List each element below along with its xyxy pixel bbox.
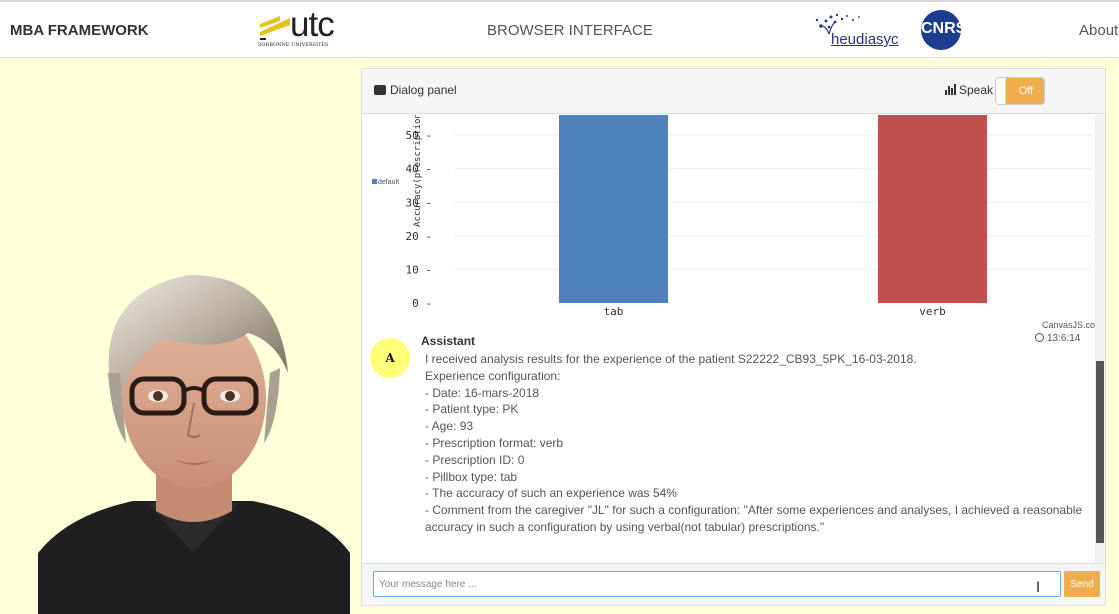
- y-tick-label: 10 -: [406, 263, 433, 276]
- dialog-messages[interactable]: 0 -10 -20 -30 -40 -50 - Accuracy(prescrip…: [362, 115, 1105, 567]
- speak-toggle-handle[interactable]: [996, 78, 1006, 104]
- chart-credit: CanvasJS.com: [1042, 320, 1103, 330]
- message-body: I received analysis results for the expe…: [425, 351, 1090, 536]
- text-cursor-icon: I: [1036, 580, 1041, 596]
- legend-label: default: [378, 179, 399, 186]
- x-category-label: tab: [604, 305, 624, 318]
- speak-toggle-state: Off: [1006, 78, 1044, 104]
- top-navbar: MBA FRAMEWORK utc SORBONNE UNIVERSITÉS B…: [0, 0, 1119, 58]
- comment-icon: [374, 85, 386, 95]
- message-line: - Patient type: PK: [425, 402, 519, 417]
- message-line: I received analysis results for the expe…: [425, 352, 917, 366]
- message-line: - Date: 16-mars-2018: [425, 385, 540, 400]
- about-link[interactable]: About: [1079, 22, 1118, 39]
- speak-toggle[interactable]: Off: [995, 77, 1045, 105]
- message-timestamp: 13:6:14: [1035, 333, 1080, 344]
- message-input[interactable]: [373, 571, 1061, 597]
- dialog-panel-title-text: Dialog panel: [390, 83, 457, 97]
- message-line: Experience configuration:: [425, 368, 561, 383]
- heudiasyc-logo[interactable]: heudiasyc: [809, 12, 907, 52]
- send-button[interactable]: Send: [1064, 571, 1100, 597]
- x-category-label: verb: [919, 305, 946, 318]
- y-axis-label: Accuracy(prescription: [413, 115, 423, 227]
- legend-swatch: [372, 179, 377, 184]
- heudiasyc-logo-text: heudiasyc: [831, 31, 899, 48]
- utc-swoosh-icon: [260, 16, 290, 40]
- equalizer-icon: [945, 84, 956, 95]
- utc-logo-text: utc: [290, 5, 335, 44]
- dialog-scrollbar[interactable]: [1095, 115, 1105, 567]
- bar-verb: [878, 115, 987, 303]
- message-line: - The accuracy of such an experience was…: [425, 486, 677, 501]
- brand-link[interactable]: MBA FRAMEWORK: [10, 22, 149, 39]
- message-line: - Prescription ID: 0: [425, 452, 525, 467]
- message-line: - Prescription format: verb: [425, 435, 564, 450]
- speak-label: Speak: [945, 83, 993, 97]
- message-line: - Comment from the caregiver "JL" for su…: [425, 503, 1083, 534]
- clock-icon: [1035, 333, 1044, 342]
- accuracy-bar-chart: 0 -10 -20 -30 -40 -50 -Accuracy(prescrip…: [372, 115, 1092, 318]
- y-tick-label: 0 -: [412, 297, 432, 310]
- message-input-bar: Send: [361, 563, 1106, 606]
- page-title: BROWSER INTERFACE: [487, 22, 653, 39]
- y-tick-label: 20 -: [406, 230, 433, 243]
- message-time-text: 13:6:14: [1047, 333, 1081, 344]
- dialog-panel-header: Dialog panel Speak Off: [362, 69, 1105, 114]
- utc-logo-subtext: SORBONNE UNIVERSITÉS: [258, 42, 329, 48]
- cnrs-logo[interactable]: CNRS: [921, 10, 966, 50]
- utc-logo[interactable]: utc SORBONNE UNIVERSITÉS: [258, 5, 348, 51]
- bar-tab: [559, 115, 668, 303]
- assistant-avatar: A: [370, 338, 410, 378]
- speak-label-text: Speak: [959, 83, 994, 97]
- dialog-panel-title: Dialog panel: [374, 83, 457, 97]
- message-line: - Pillbox type: tab: [425, 469, 518, 484]
- message-line: - Age: 93: [425, 419, 474, 434]
- message-sender: Assistant: [421, 334, 476, 348]
- dialog-panel: Dialog panel Speak Off 0 -10 -20 -30 -40…: [361, 68, 1106, 568]
- dialog-scrollbar-thumb[interactable]: [1096, 361, 1104, 543]
- virtual-agent-avatar: [38, 274, 350, 614]
